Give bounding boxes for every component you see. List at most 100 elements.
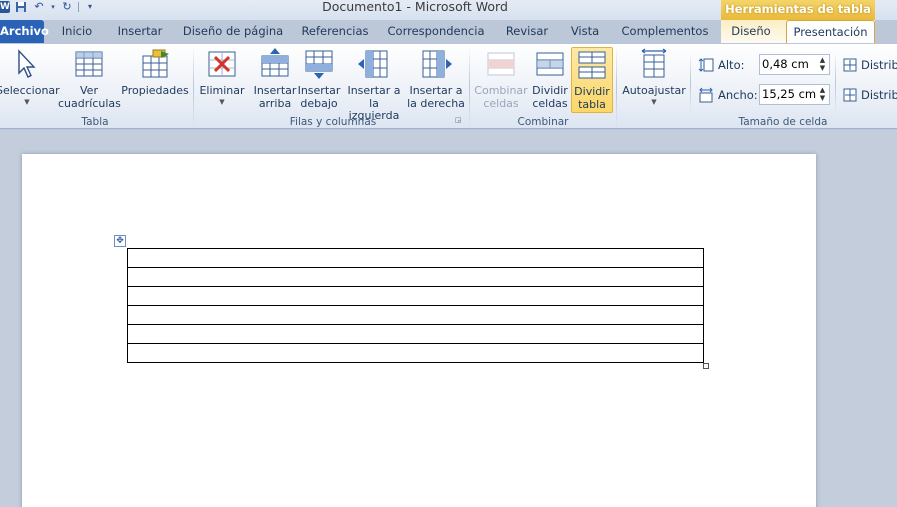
word-logo-icon[interactable]: W [0,1,10,13]
table-move-handle-icon[interactable]: ✥ [114,235,126,247]
autoajustar-button[interactable]: Autoajustar ▼ [621,48,687,106]
dividir-tabla-button[interactable]: Dividir tabla [571,47,613,113]
ancho-label: Ancho: [718,88,758,102]
tab-diseno[interactable]: Diseño [724,20,778,43]
tab-inicio[interactable]: Inicio [52,20,102,43]
table-row[interactable] [127,305,704,325]
alto-spinner[interactable]: ▲ ▼ [818,56,827,73]
autoajustar-label: Autoajustar [622,84,686,97]
debajo-label-2: debajo [300,96,338,110]
quick-access-toolbar: W ↶ ▾ ↻ ▾ [0,0,97,14]
undo-dropdown-icon[interactable]: ▾ [50,1,56,13]
dialog-launcher-icon[interactable]: ◲ [455,116,463,124]
insertar-debajo-button[interactable]: Insertar debajo [297,48,341,110]
divt-label-2: tabla [578,97,606,111]
tab-vista[interactable]: Vista [562,20,608,43]
comb-label-2: celdas [483,96,519,110]
table-row[interactable] [127,343,704,363]
arriba-label-2: arriba [258,96,292,110]
table-cell[interactable] [127,324,704,344]
table-cell[interactable] [127,286,704,306]
alto-label: Alto: [718,58,745,72]
ancho-input[interactable]: 15,25 cm ▲ ▼ [759,84,830,105]
div-label-1: Dividir [532,84,568,97]
chevron-down-icon: ▼ [651,97,657,106]
table-row[interactable] [127,267,704,287]
distribuir-columnas-button[interactable]: Distribu [861,88,897,102]
table-row[interactable] [127,248,704,268]
group-separator [690,52,691,114]
distribuir-filas-button[interactable]: Distribu [861,58,897,72]
redo-icon[interactable]: ↻ [60,1,74,13]
chevron-down-icon: ▼ [219,97,225,106]
divt-label-1: Dividir [574,85,610,98]
alto-input[interactable]: 0,48 cm ▲ ▼ [759,54,830,75]
table-cell[interactable] [127,343,704,363]
tab-revisar[interactable]: Revisar [500,20,554,43]
insert-column-right-icon [422,50,452,78]
row-height-icon [698,58,714,72]
debajo-label-1: Insertar [297,84,341,97]
group-label-filas-columnas: Filas y columnas [289,116,377,128]
alto-value: 0,48 cm [762,57,809,71]
delete-table-icon [208,51,236,77]
group-label-tamano-celda: Tamaño de celda [738,116,828,128]
eliminar-button[interactable]: Eliminar ▼ [198,48,246,106]
save-icon[interactable] [14,1,28,13]
propiedades-label: Propiedades [121,84,189,97]
table-cell[interactable] [127,305,704,325]
tab-referencias[interactable]: Referencias [296,20,374,43]
dividir-celdas-button[interactable]: Dividir celdas [529,48,571,110]
insertar-izquierda-button[interactable]: Insertar a la izquierda [343,48,405,123]
table-cell[interactable] [127,267,704,287]
eliminar-label: Eliminar [199,84,245,97]
distribute-columns-icon [843,88,857,102]
gridlines-icon [75,51,103,77]
table-resize-handle[interactable] [703,363,709,369]
insertar-derecha-button[interactable]: Insertar a la derecha [406,48,466,110]
insert-row-above-icon [261,48,289,77]
split-table-icon [578,51,606,79]
merge-cells-icon [487,52,515,76]
tab-diseno-pagina[interactable]: Diseño de página [178,20,288,43]
undo-icon[interactable]: ↶ [32,1,46,13]
der-label-2: la derecha [407,96,465,110]
tab-complementos[interactable]: Complementos [617,20,713,43]
seleccionar-button[interactable]: Seleccionar ▼ [0,48,60,106]
insert-row-below-icon [305,50,333,79]
ancho-value: 15,25 cm [762,87,817,101]
table-row[interactable] [127,286,704,306]
select-cursor-icon [18,49,36,78]
arriba-label-1: Insertar [253,84,297,97]
insert-column-left-icon [358,50,388,78]
group-separator [616,47,617,129]
ver-cuadriculas-button[interactable]: Ver cuadrículas [58,48,121,110]
propiedades-button[interactable]: Propiedades [121,48,189,98]
tab-archivo[interactable]: Archivo [0,20,49,43]
title-bar: W ↶ ▾ ↻ ▾ Documento1 - Microsoft Word He… [0,0,897,20]
autofit-icon [641,48,667,78]
insertar-arriba-button[interactable]: Insertar arriba [253,48,297,110]
tab-insertar[interactable]: Insertar [110,20,170,43]
chevron-down-icon: ▼ [24,97,30,106]
split-cells-icon [536,52,564,76]
combinar-celdas-button[interactable]: Combinar celdas [473,48,529,110]
comb-label-1: Combinar [474,84,528,97]
der-label-1: Insertar a [409,84,463,97]
group-label-tabla: Tabla [81,116,109,128]
group-separator [193,47,194,129]
customize-qat-icon[interactable]: ▾ [83,1,97,13]
qat-separator [78,2,79,12]
window-title: Documento1 - Microsoft Word [322,0,508,14]
ver-label-1: Ver [80,84,98,97]
table-tools-header: Herramientas de tabla [721,0,875,20]
ver-label-2: cuadrículas [58,96,121,110]
document-table[interactable] [127,248,704,363]
ancho-spinner[interactable]: ▲ ▼ [818,86,827,103]
table-row[interactable] [127,324,704,344]
group-label-combinar: Combinar [517,116,569,128]
tab-presentacion[interactable]: Presentación [786,20,875,43]
table-cell[interactable] [127,248,704,268]
properties-icon [142,49,169,78]
tab-correspondencia[interactable]: Correspondencia [383,20,489,43]
